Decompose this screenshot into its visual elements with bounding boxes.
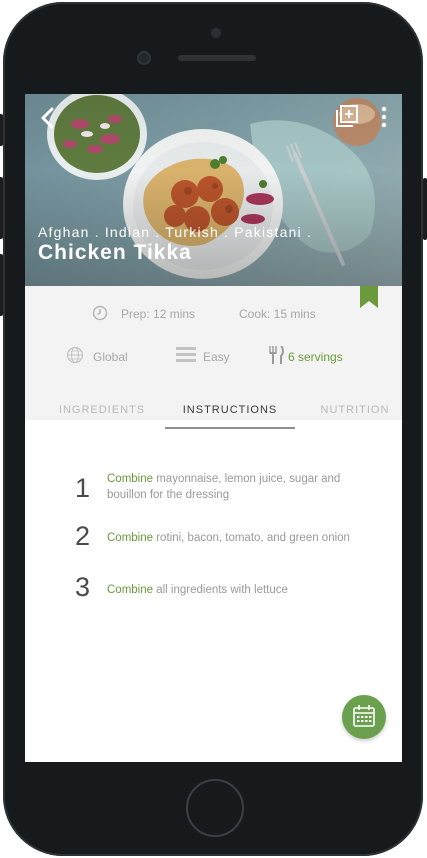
tab-ingredients[interactable]: INGREDIENTS (47, 392, 157, 428)
recipe-cuisines: Afghan . Indian . Turkish . Pakistani . (38, 224, 313, 240)
power-button (423, 178, 427, 240)
active-tab-indicator (165, 427, 295, 429)
earpiece-speaker (178, 55, 256, 61)
prep-time: Prep: 12 mins (121, 307, 196, 321)
globe-icon (66, 346, 84, 369)
step-number: 3 (75, 572, 91, 602)
back-chevron-icon[interactable] (37, 106, 59, 130)
difficulty: Easy (203, 350, 230, 364)
recipe-hero-image: Afghan . Indian . Turkish . Pakistani . … (25, 94, 402, 286)
servings: 6 servings (288, 350, 343, 364)
step-text: Combine rotini, bacon, tomato, and green… (107, 530, 377, 546)
app-screen: Afghan . Indian . Turkish . Pakistani . … (25, 94, 402, 762)
volume-up-button (0, 177, 3, 239)
step-number: 1 (75, 473, 91, 503)
recipe-title: Chicken Tikka (38, 241, 192, 264)
step-description: all ingredients with lettuce (153, 584, 288, 596)
schedule-meal-button[interactable] (342, 695, 386, 739)
mute-switch (0, 114, 3, 146)
add-to-collection-icon[interactable] (336, 105, 358, 127)
step-description: rotini, bacon, tomato, and green onion (153, 532, 350, 544)
bookmark-icon[interactable] (360, 286, 378, 308)
calendar-icon (353, 705, 375, 727)
fork-knife-icon (268, 345, 284, 369)
recipe-tabs: INGREDIENTS INSTRUCTIONS NUTRITION (25, 392, 402, 428)
step-number: 2 (75, 521, 91, 551)
home-button[interactable] (186, 779, 244, 837)
tab-nutrition[interactable]: NUTRITION (315, 392, 395, 428)
more-vertical-icon[interactable] (377, 105, 391, 129)
step-verb: Combine (107, 584, 154, 596)
step-text: Combine all ingredients with lettuce (107, 582, 377, 598)
proximity-sensor (137, 51, 151, 65)
tab-instructions[interactable]: INSTRUCTIONS (165, 392, 295, 428)
cook-time: Cook: 15 mins (239, 307, 316, 321)
volume-down-button (0, 254, 3, 316)
clock-icon (92, 305, 108, 326)
difficulty-icon (176, 347, 196, 367)
step-verb: Combine (107, 473, 154, 485)
front-camera (211, 28, 221, 38)
step-verb: Combine (107, 532, 154, 544)
step-text: Combine mayonnaise, lemon juice, sugar a… (107, 471, 377, 503)
region: Global (93, 350, 128, 364)
